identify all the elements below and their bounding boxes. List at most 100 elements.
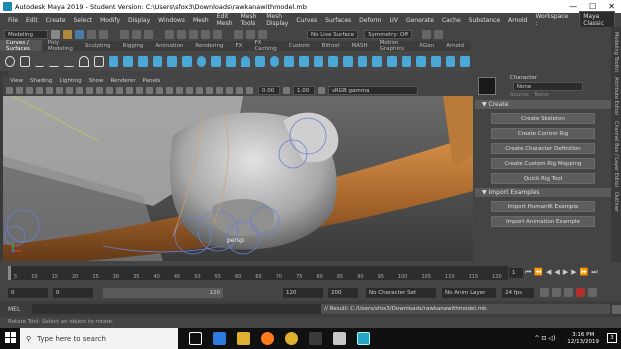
new-scene-icon[interactable]	[51, 29, 60, 39]
bezier-curve-icon[interactable]	[93, 55, 104, 67]
bevel-plus-icon[interactable]	[357, 55, 368, 67]
menu-generate[interactable]: Generate	[406, 17, 434, 24]
color-management-icon[interactable]	[318, 87, 325, 94]
select-component-icon[interactable]	[144, 29, 153, 39]
textured-icon[interactable]	[146, 87, 153, 94]
nurbs-plane-icon[interactable]	[255, 55, 265, 67]
nurbs-cylinder-icon[interactable]	[225, 55, 236, 67]
viewport-menu-show[interactable]: Show	[89, 78, 104, 84]
wireframe-icon[interactable]	[106, 87, 113, 94]
viewport-menu-panels[interactable]: Panels	[143, 78, 161, 84]
shelf-tab-arnold[interactable]: Arnold	[440, 43, 470, 49]
menu-mesh[interactable]: Mesh	[193, 17, 209, 24]
character-dropdown[interactable]: None	[512, 81, 583, 91]
play-forward-icon[interactable]: ▶	[563, 268, 568, 276]
mel-label[interactable]: MEL	[8, 306, 20, 313]
camera-attributes-icon[interactable]	[16, 87, 23, 94]
extrude-icon[interactable]	[328, 55, 339, 67]
bookmark-icon[interactable]	[26, 87, 33, 94]
arc-tool-icon[interactable]	[78, 55, 89, 67]
key-icon[interactable]	[552, 288, 561, 297]
time-slider-track[interactable]: 5 10 15 20 25 30 35 40 45 50 55 60 65 70…	[8, 266, 508, 280]
menu-select[interactable]: Select	[74, 17, 93, 24]
auto-key-icon[interactable]	[576, 288, 585, 297]
untrim-icon[interactable]	[445, 55, 456, 67]
taskbar-search-box[interactable]: ⚲ Type here to search	[20, 328, 178, 349]
attach-curves-icon[interactable]	[108, 55, 119, 67]
file-explorer-icon[interactable]	[237, 332, 250, 345]
wireframe-on-shaded-icon[interactable]	[136, 87, 143, 94]
import-animation-example-button[interactable]: Import Animation Example	[491, 216, 595, 227]
symmetry-dropdown[interactable]: Symmetry: Off	[364, 29, 413, 39]
use-all-lights-icon[interactable]	[156, 87, 163, 94]
sound-icon[interactable]	[564, 288, 573, 297]
pencil-curve-icon[interactable]	[64, 56, 74, 67]
menu-surfaces[interactable]: Surfaces	[325, 17, 351, 24]
image-plane-icon[interactable]	[36, 87, 43, 94]
nurbs-sphere-icon[interactable]	[196, 55, 207, 67]
loft-icon[interactable]	[299, 55, 309, 67]
maya-taskbar-icon[interactable]	[357, 332, 370, 345]
quick-rig-tool-button[interactable]: Quick Rig Tool	[491, 173, 595, 184]
create-section-header[interactable]: ▼ Create	[475, 100, 611, 109]
attribute-editor-tab[interactable]: Attribute Editor	[613, 77, 619, 115]
extend-curve-icon[interactable]	[152, 55, 163, 67]
offset-curve-icon[interactable]	[167, 55, 177, 67]
perspective-viewport[interactable]: persp	[3, 96, 473, 261]
exposure-field[interactable]: 0.00	[258, 86, 280, 95]
create-control-rig-button[interactable]: Create Control Rig	[491, 128, 595, 139]
maximize-button[interactable]: ☐	[589, 2, 596, 11]
modeling-toolkit-icon[interactable]	[422, 29, 432, 39]
menu-arnold[interactable]: Arnold	[508, 17, 527, 24]
menu-deform[interactable]: Deform	[359, 17, 381, 24]
ambient-occlusion-icon[interactable]	[176, 87, 183, 94]
nurbs-cone-icon[interactable]	[240, 55, 251, 67]
nurbs-torus-icon[interactable]	[269, 55, 280, 67]
minimize-button[interactable]: —	[569, 2, 577, 11]
menu-edit[interactable]: Edit	[26, 17, 38, 24]
channel-box-tab[interactable]: Channel Box / Layer Editor	[613, 121, 619, 188]
step-back-frame-icon[interactable]: ◀	[546, 268, 551, 276]
menu-cache[interactable]: Cache	[442, 17, 461, 24]
shelf-tab-xgen[interactable]: XGen	[413, 43, 440, 49]
snap-surface-icon[interactable]	[213, 29, 222, 39]
import-humanik-example-button[interactable]: Import HumanIK Example	[491, 201, 595, 212]
task-view-icon[interactable]	[189, 332, 202, 345]
nurbs-circle-icon[interactable]	[5, 55, 15, 67]
fps-dropdown[interactable]: 24 fps	[502, 287, 534, 298]
notifications-icon[interactable]: 3	[607, 333, 617, 343]
snap-grid-icon[interactable]	[165, 29, 174, 39]
ipr-render-icon[interactable]	[246, 29, 255, 39]
viewport-menu-shading[interactable]: Shading	[30, 78, 52, 84]
windows-start-icon[interactable]	[5, 332, 16, 343]
start-time-field[interactable]: 0	[8, 287, 48, 298]
shelf-tab-animation[interactable]: Animation	[149, 43, 189, 49]
playback-end-field[interactable]: 120	[283, 287, 323, 298]
gamma-field[interactable]: 1.00	[293, 86, 315, 95]
cv-curve-icon[interactable]	[49, 56, 60, 67]
create-skeleton-button[interactable]: Create Skeleton	[491, 113, 595, 124]
depth-of-field-icon[interactable]	[206, 87, 213, 94]
system-tray-icons[interactable]: ^ ⊡ ◁)	[534, 335, 555, 342]
range-slider[interactable]: 120	[103, 287, 223, 298]
insert-knot-icon[interactable]	[137, 55, 148, 67]
preferences-icon[interactable]	[588, 288, 597, 297]
safe-action-icon[interactable]	[96, 87, 103, 94]
taskbar-clock[interactable]: 3:16 PM 12/13/2019	[567, 332, 599, 346]
firefox-icon[interactable]	[261, 332, 274, 345]
menu-mesh-tools[interactable]: Mesh Tools	[241, 13, 259, 27]
select-camera-icon[interactable]	[6, 87, 13, 94]
playback-start-field[interactable]: 0	[53, 287, 93, 298]
import-examples-section-header[interactable]: ▼ Import Examples	[475, 188, 611, 197]
render-settings-icon[interactable]	[258, 29, 267, 39]
current-frame-field[interactable]: 1	[509, 268, 523, 278]
step-forward-frame-icon[interactable]: ▶	[571, 268, 576, 276]
menu-uv[interactable]: UV	[389, 17, 398, 24]
menu-substance[interactable]: Substance	[469, 17, 500, 24]
resolution-gate-icon[interactable]	[66, 87, 73, 94]
use-default-material-icon[interactable]	[126, 87, 133, 94]
boundary-icon[interactable]	[372, 55, 383, 67]
smooth-shade-icon[interactable]	[116, 87, 123, 94]
live-surface-field[interactable]: No Live Surface	[307, 29, 359, 39]
film-gate-icon[interactable]	[56, 87, 63, 94]
